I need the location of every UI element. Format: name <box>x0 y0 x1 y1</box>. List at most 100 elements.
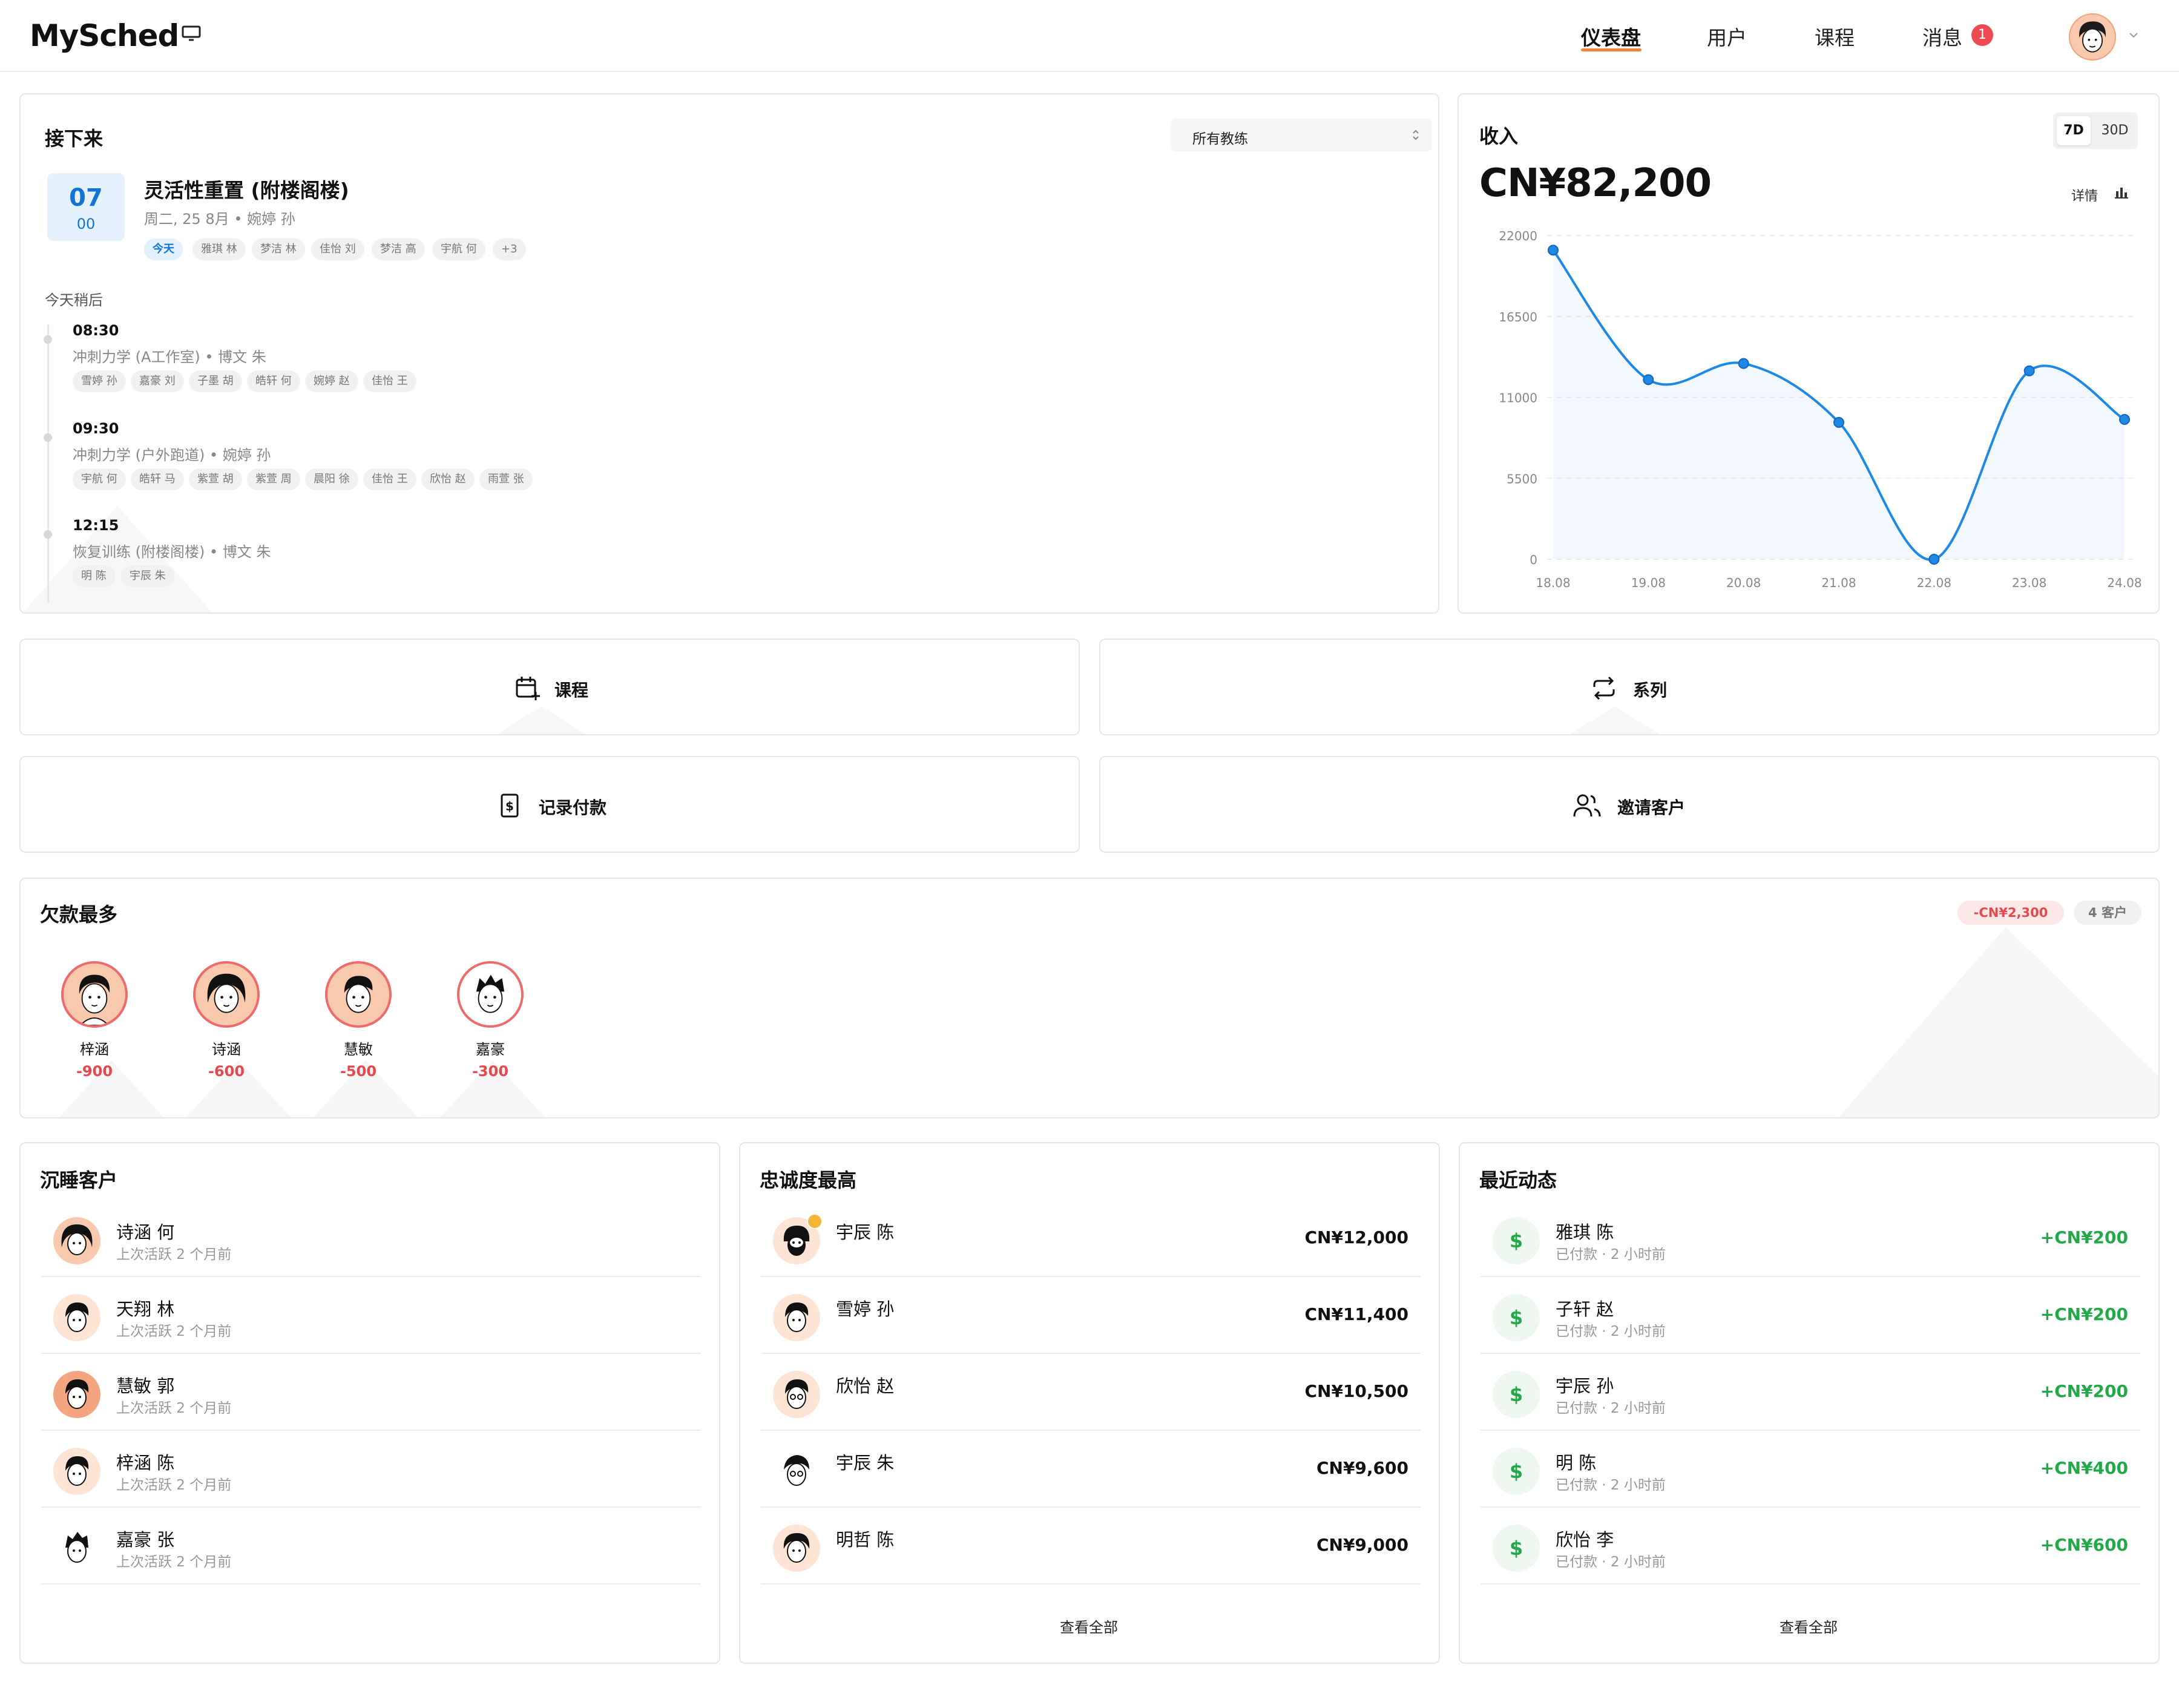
lesson-button-label: 课程 <box>554 680 589 700</box>
attendee-chip: 紫萱 胡 <box>189 468 242 490</box>
event-title[interactable]: 冲刺力学 (A工作室) • 博文 朱 <box>73 345 266 366</box>
dormant-client-row[interactable]: 慧敏 郭 上次活跃 2 个月前 <box>41 1354 701 1431</box>
most-owing-title: 欠款最多 <box>40 903 118 926</box>
debtor-name: 慧敏 <box>344 1041 373 1058</box>
attendee-chip: 佳怡 王 <box>363 468 416 490</box>
recent-activity-card: 最近动态 $ 雅琪 陈 已付款 · 2 小时前 +CN¥200 $ 子轩 赵 已… <box>1459 1142 2160 1664</box>
series-button[interactable]: 系列 <box>1099 639 2160 735</box>
face-icon <box>784 1455 809 1486</box>
client-last-active: 上次活跃 2 个月前 <box>116 1247 232 1263</box>
y-tick-label: 11000 <box>1499 391 1537 406</box>
attendee-chip: 梦洁 高 <box>372 238 425 260</box>
client-avatar <box>53 1525 100 1572</box>
event-title[interactable]: 冲刺力学 (户外跑道) • 婉婷 孙 <box>73 443 271 464</box>
attendee-chip: 皓轩 马 <box>131 468 184 490</box>
dormant-clients-card: 沉睡客户 诗涵 何 上次活跃 2 个月前 天翔 林 上次活跃 2 个月前 慧敏 … <box>19 1142 720 1664</box>
activity-row[interactable]: $ 宇辰 孙 已付款 · 2 小时前 +CN¥200 <box>1481 1354 2140 1431</box>
debtor-name: 嘉豪 <box>476 1041 505 1058</box>
upcoming-card: 接下来 所有教练 07 00 灵活性重置 (附楼阁楼) 周二, 25 8月 • … <box>19 93 1439 614</box>
coach-filter-select[interactable]: 所有教练 <box>1171 119 1432 151</box>
client-avatar <box>53 1217 100 1264</box>
lesson-button[interactable]: 课程 <box>19 639 1080 735</box>
dormant-title: 沉睡客户 <box>40 1169 118 1192</box>
owing-total-badge: -CN¥2,300 <box>1957 901 2064 925</box>
data-point <box>1548 245 1559 256</box>
activity-view-all-link[interactable]: 查看全部 <box>1780 1615 1838 1637</box>
coach-filter-value: 所有教练 <box>1192 131 1248 147</box>
next-event-title[interactable]: 灵活性重置 (附楼阁楼) <box>144 174 349 203</box>
client-name: 雪婷 孙 <box>836 1299 895 1319</box>
activity-sub: 已付款 · 2 小时前 <box>1556 1477 1666 1493</box>
chevron-down-icon[interactable] <box>2128 29 2140 41</box>
record-payment-button[interactable]: $ 记录付款 <box>19 756 1080 853</box>
next-event-subtitle: 周二, 25 8月 • 婉婷 孙 <box>144 211 295 228</box>
attendee-chip: 佳怡 刘 <box>311 238 364 260</box>
event-title[interactable]: 恢复训练 (附楼阁楼) • 博文 朱 <box>73 540 271 561</box>
debtor-amount: -300 <box>472 1063 509 1080</box>
loyal-client-row[interactable]: 宇辰 陈 CN¥12,000 <box>761 1200 1421 1277</box>
x-tick-label: 21.08 <box>1821 576 1856 590</box>
client-value: CN¥10,500 <box>1304 1381 1408 1401</box>
data-point <box>1738 358 1749 369</box>
nav-courses[interactable]: 课程 <box>1815 22 1855 51</box>
debtor-avatar <box>325 961 392 1028</box>
activity-row[interactable]: $ 子轩 赵 已付款 · 2 小时前 +CN¥200 <box>1481 1277 2140 1354</box>
nav-dashboard[interactable]: 仪表盘 <box>1581 22 1641 51</box>
activity-row[interactable]: $ 欣怡 李 已付款 · 2 小时前 +CN¥600 <box>1481 1508 2140 1585</box>
loyal-view-all-link[interactable]: 查看全部 <box>1060 1615 1118 1637</box>
x-tick-label: 24.08 <box>2107 576 2141 590</box>
activity-row[interactable]: $ 雅琪 陈 已付款 · 2 小时前 +CN¥200 <box>1481 1200 2140 1277</box>
top-bar: MySched 仪表盘 用户 课程 消息 1 <box>0 0 2179 72</box>
owing-clients-badge: 4 客户 <box>2074 901 2141 925</box>
next-event-hour: 00 <box>76 215 96 232</box>
face-icon <box>61 1224 93 1255</box>
loyal-client-row[interactable]: 欣怡 赵 CN¥10,500 <box>761 1354 1421 1431</box>
nav-messages[interactable]: 消息 <box>1922 22 1962 51</box>
users-icon <box>1573 794 1601 817</box>
debtor-amount: -500 <box>340 1063 377 1080</box>
debtor-amount: -900 <box>76 1063 113 1080</box>
next-event-day: 07 <box>69 184 103 212</box>
loyal-client-row[interactable]: 宇辰 朱 CN¥9,600 <box>761 1431 1421 1508</box>
most-loyal-card: 忠诚度最高 宇辰 陈 CN¥12,000 雪婷 孙 CN¥11,400 欣怡 赵… <box>739 1142 1440 1664</box>
dormant-client-row[interactable]: 诗涵 何 上次活跃 2 个月前 <box>41 1200 701 1277</box>
revenue-card: 收入 7D 30D CN¥82,200 详情 22000 16500 11000 55… <box>1458 93 2160 614</box>
dormant-client-row[interactable]: 嘉豪 张 上次活跃 2 个月前 <box>41 1508 701 1585</box>
activity-row[interactable]: $ 明 陈 已付款 · 2 小时前 +CN¥400 <box>1481 1431 2140 1508</box>
activity-name: 子轩 赵 <box>1556 1299 1614 1319</box>
client-name: 梓涵 陈 <box>116 1453 175 1473</box>
debtor-avatar <box>61 961 128 1028</box>
loyal-client-row[interactable]: 明哲 陈 CN¥9,000 <box>761 1508 1421 1585</box>
attendee-chip: 明 陈 <box>73 565 115 587</box>
app-logo[interactable]: MySched <box>30 18 179 53</box>
client-avatar <box>53 1448 100 1495</box>
debtor-avatar <box>193 961 260 1028</box>
activity-name: 明 陈 <box>1556 1453 1597 1473</box>
nav-users[interactable]: 用户 <box>1707 22 1747 51</box>
x-tick-label: 20.08 <box>1726 576 1761 590</box>
x-tick-label: 18.08 <box>1536 576 1570 590</box>
top-crown-icon <box>807 1214 823 1229</box>
attendee-chip: 紫萱 周 <box>247 468 300 490</box>
dormant-client-row[interactable]: 梓涵 陈 上次活跃 2 个月前 <box>41 1431 701 1508</box>
svg-text:$: $ <box>505 799 514 813</box>
monitor-icon <box>182 25 201 41</box>
client-name: 天翔 林 <box>116 1299 175 1319</box>
face-icon <box>65 1532 88 1563</box>
client-name: 宇辰 陈 <box>836 1222 895 1243</box>
attendee-chip: 嘉豪 刘 <box>131 370 184 392</box>
user-avatar[interactable] <box>2069 13 2116 61</box>
dormant-client-row[interactable]: 天翔 林 上次活跃 2 个月前 <box>41 1277 701 1354</box>
attendee-chip: 雅琪 林 <box>192 238 246 260</box>
loyal-client-row[interactable]: 雪婷 孙 CN¥11,400 <box>761 1277 1421 1354</box>
invite-client-button[interactable]: 邀请客户 <box>1099 756 2160 853</box>
background-decoration <box>496 706 586 734</box>
most-owing-card: 欠款最多 -CN¥2,300 4 客户 梓涵 -900 诗涵 -600 慧敏 -… <box>19 878 2160 1118</box>
x-tick-label: 22.08 <box>1917 576 1951 590</box>
activity-amount: +CN¥600 <box>2040 1535 2128 1555</box>
invite-client-label: 邀请客户 <box>1617 798 1686 818</box>
messages-badge: 1 <box>1971 24 1993 46</box>
nav-active-indicator <box>1581 48 1642 51</box>
select-arrows-icon <box>1413 130 1419 140</box>
activity-amount: +CN¥200 <box>2040 1381 2128 1401</box>
